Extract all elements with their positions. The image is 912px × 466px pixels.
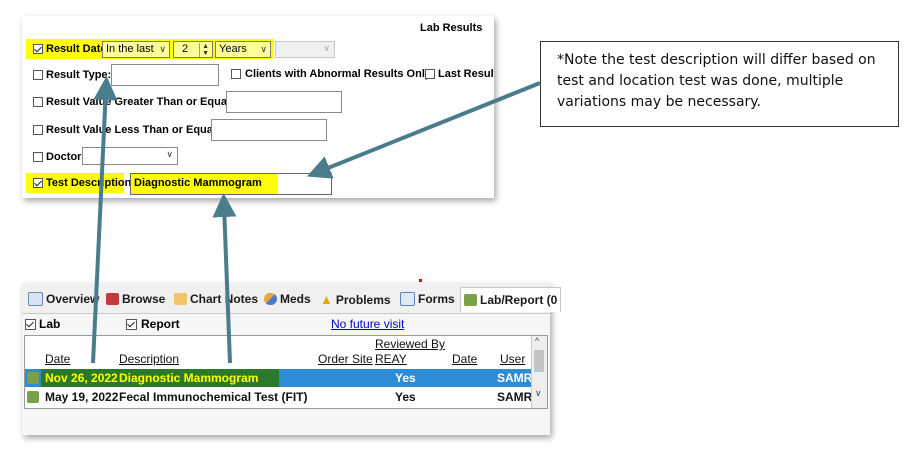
abnormal-only-checkbox[interactable] [231, 69, 241, 79]
chevron-down-icon: ∨ [323, 43, 330, 53]
value-gte-input[interactable] [226, 91, 342, 113]
tab-chart-notes[interactable]: Chart Notes [174, 292, 258, 306]
row-user: SAMR [497, 371, 533, 385]
spin-arrows-icon[interactable]: ▲ ▼ [199, 43, 209, 57]
red-mark [419, 279, 422, 282]
value-gte-label: Result Value Greater Than or Equal to: [46, 96, 248, 108]
date-mode-value: In the last [106, 43, 154, 55]
col-date-header[interactable]: Date [45, 352, 70, 366]
lab-icon [464, 294, 477, 306]
result-type-checkbox[interactable] [33, 70, 43, 80]
panel-title: Lab Results [420, 22, 483, 34]
result-type-label: Result Type: [46, 69, 112, 81]
result-date-checkbox[interactable] [33, 44, 43, 54]
lab-report-panel: Overview Browse Chart Notes Meds ▲ Probl… [22, 283, 562, 435]
tab-overview[interactable]: Overview [28, 292, 99, 306]
abnormal-only-label: Clients with Abnormal Results Only [245, 68, 432, 80]
note-box: *Note the test description will differ b… [540, 41, 899, 127]
lab-checkbox[interactable] [25, 319, 36, 330]
tab-browse[interactable]: Browse [106, 292, 165, 306]
note-text: *Note the test description will differ b… [557, 52, 876, 110]
row-description: Diagnostic Mammogram [119, 371, 259, 385]
row-user: SAMR [497, 390, 533, 404]
row-reviewed: Yes [395, 371, 416, 385]
tab-forms[interactable]: Forms [400, 292, 455, 306]
scroll-up-icon[interactable]: ^ [535, 336, 539, 346]
tab-bar: Overview Browse Chart Notes Meds ▲ Probl… [22, 283, 562, 314]
value-lte-checkbox[interactable] [33, 125, 43, 135]
col-description-header[interactable]: Description [119, 352, 179, 366]
book-icon [106, 293, 119, 305]
scrollbar-thumb[interactable] [534, 350, 544, 372]
chevron-down-icon: ∨ [260, 44, 267, 54]
chevron-down-icon: ∨ [159, 44, 166, 54]
tab-meds[interactable]: Meds [264, 292, 311, 306]
test-description-value: Diagnostic Mammogram [134, 177, 262, 189]
report-checkbox-label: Report [141, 317, 180, 331]
overview-icon [28, 292, 43, 306]
doctor-checkbox[interactable] [33, 152, 43, 162]
row-description: Fecal Immunochemical Test (FIT) [119, 390, 308, 404]
test-description-input[interactable]: Diagnostic Mammogram [130, 173, 332, 195]
row-reviewed: Yes [395, 390, 416, 404]
scroll-down-icon[interactable]: ∨ [535, 388, 542, 399]
row-icon [27, 372, 39, 384]
vertical-scrollbar[interactable]: ^ ∨ [531, 336, 547, 408]
value-lte-input[interactable] [211, 119, 327, 141]
result-date-label: Result Date [46, 43, 107, 55]
disabled-select: ∨ [275, 41, 335, 58]
value-gte-checkbox[interactable] [33, 97, 43, 107]
date-count-stepper[interactable]: 2 ▲ ▼ [173, 41, 213, 58]
col-reviewed-by-header[interactable]: Reviewed By [375, 337, 445, 351]
tab-problems[interactable]: ▲ Problems [320, 292, 391, 307]
col-order-site-header[interactable]: Order Site [318, 352, 373, 366]
result-type-input[interactable] [111, 64, 219, 86]
test-description-checkbox[interactable] [33, 178, 43, 188]
date-unit-value: Years [219, 43, 247, 55]
col-reviewed-date-header[interactable]: Date [452, 352, 477, 366]
results-grid: Date Description Order Site Reviewed By … [24, 335, 548, 409]
table-row[interactable]: Nov 26, 2022 Diagnostic Mammogram Yes SA… [25, 369, 533, 387]
date-count-value: 2 [182, 43, 189, 55]
lab-checkbox-label: Lab [39, 317, 61, 331]
pill-icon [264, 293, 277, 305]
warning-icon: ▲ [320, 292, 333, 307]
date-unit-select[interactable]: Years ∨ [215, 41, 271, 58]
test-description-label: Test Description: [46, 177, 136, 189]
value-lte-label: Result Value Less Than or Equal to: [46, 124, 234, 136]
row-date: Nov 26, 2022 [45, 371, 118, 385]
doctor-label: Doctor: [46, 151, 86, 163]
chevron-down-icon: ∨ [166, 149, 173, 159]
future-visit-link[interactable]: No future visit [331, 317, 404, 331]
form-icon [400, 292, 415, 306]
row-icon [27, 391, 39, 403]
col-reviewer-header[interactable]: REAY [375, 352, 407, 366]
row-date: May 19, 2022 [45, 390, 119, 404]
last-result-checkbox[interactable] [425, 69, 435, 79]
table-row[interactable]: May 19, 2022 Fecal Immunochemical Test (… [25, 388, 533, 406]
date-mode-select[interactable]: In the last ∨ [102, 41, 170, 58]
tab-lab-report[interactable]: Lab/Report (0 [460, 287, 562, 312]
doctor-select[interactable]: ∨ [82, 147, 178, 165]
lab-results-filter-panel: Lab Results Result Date In the last ∨ 2 … [22, 16, 494, 198]
report-checkbox[interactable] [126, 319, 137, 330]
folder-icon [174, 293, 187, 305]
col-user-header[interactable]: User [500, 352, 525, 366]
last-result-label: Last Result O [438, 68, 494, 80]
